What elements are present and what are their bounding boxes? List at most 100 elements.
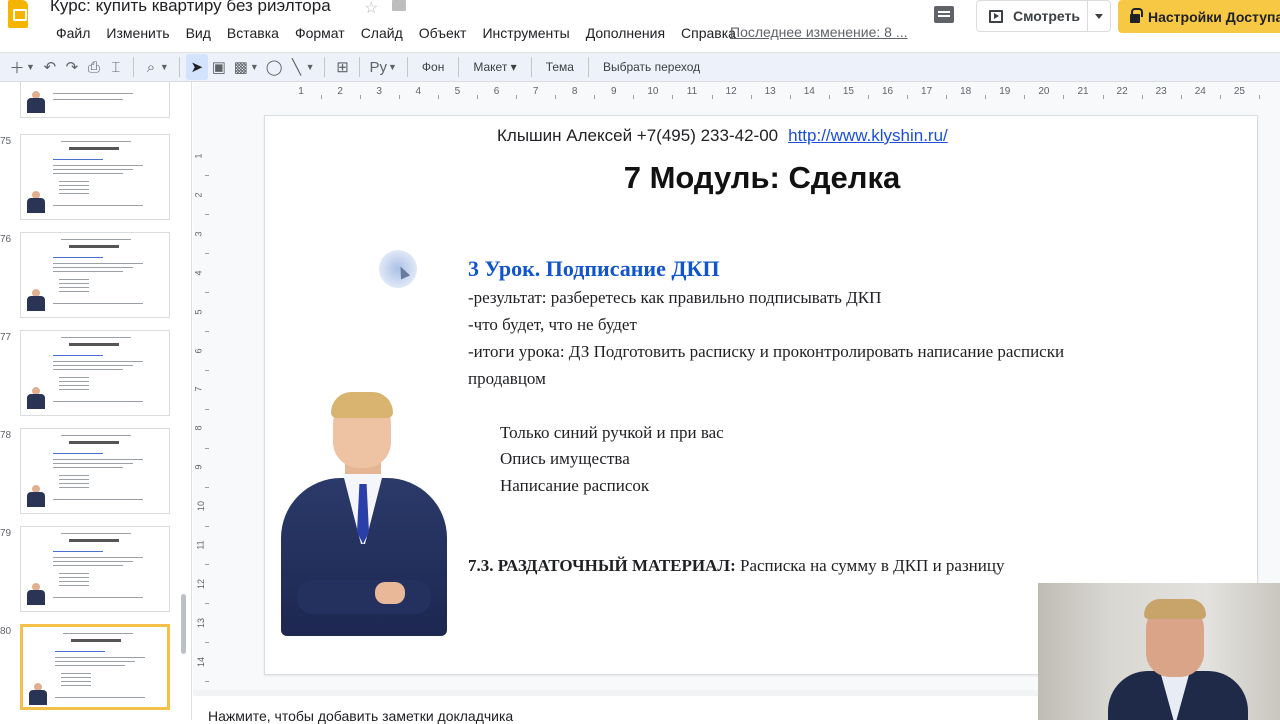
slide-filmstrip[interactable]: 75 76 77 78 79 80 <box>0 82 192 720</box>
chevron-down-icon[interactable]: ▼ <box>160 62 169 72</box>
ruler-label: 12 <box>725 86 737 97</box>
presenter-photo[interactable] <box>279 392 449 636</box>
ruler-tick <box>398 95 400 99</box>
ruler-label: 15 <box>842 86 854 97</box>
slide-number: 79 <box>0 528 12 539</box>
star-icon[interactable]: ☆ <box>364 0 378 18</box>
thumbnail-person <box>27 683 49 705</box>
paint-format-icon[interactable]: ⌶ <box>105 54 127 80</box>
chevron-down-icon[interactable]: ▼ <box>250 62 259 72</box>
menu-format[interactable]: Формат <box>287 23 353 43</box>
lesson-summary-continuation[interactable]: продавцом <box>468 369 546 389</box>
thumbnail-line <box>53 159 103 160</box>
lock-icon <box>1130 8 1143 23</box>
slide-thumbnail[interactable] <box>20 232 170 318</box>
ruler-label: 7 <box>532 86 539 97</box>
slides-logo-icon[interactable] <box>8 0 28 28</box>
line-icon[interactable]: ╲ <box>286 54 308 80</box>
menu-object[interactable]: Объект <box>411 23 475 43</box>
author-website-link[interactable]: http://www.klyshin.ru/ <box>788 126 948 145</box>
toolbar-divider <box>458 57 460 77</box>
last-edit-link[interactable]: Последнее изменение: 8 ... <box>730 24 908 40</box>
thumbnail-line <box>53 169 133 170</box>
thumbnail-line <box>53 99 123 100</box>
slide-thumbnail[interactable] <box>20 624 170 710</box>
menu-file[interactable]: Файл <box>48 23 98 43</box>
image-icon[interactable]: ▩ <box>230 54 252 80</box>
lesson-title[interactable]: 3 Урок. Подписание ДКП <box>468 256 720 282</box>
thumbnail-line <box>61 435 131 436</box>
thumbnail-line <box>59 283 89 284</box>
document-title[interactable]: Курс: купить квартиру без риэлтора <box>50 0 331 16</box>
slide-author-header[interactable]: Клышин Алексей +7(495) 233-42-00 http://w… <box>497 126 948 146</box>
menu-tools[interactable]: Инструменты <box>474 23 577 43</box>
thumbnail-line <box>59 381 89 382</box>
ruler-tick <box>205 331 209 333</box>
sub-item[interactable]: Опись имущества <box>500 449 630 469</box>
folder-icon[interactable] <box>392 0 406 11</box>
thumbnail-line <box>61 337 131 338</box>
handout-material-line[interactable]: 7.3. РАЗДАТОЧНЫЙ МАТЕРИАЛ: Расписка на с… <box>468 556 1004 576</box>
vertical-ruler[interactable]: 1 2 3 4 5 6 7 8 9 10 11 12 13 14 <box>193 110 209 683</box>
thumbnail-line <box>53 93 133 94</box>
thumbnail-line <box>61 673 91 674</box>
menu-addons[interactable]: Дополнения <box>578 23 673 43</box>
thumbnail-title <box>69 147 119 150</box>
horizontal-ruler[interactable]: 1 2 3 4 5 6 7 8 9 10 11 12 13 14 15 16 17 18 19 20 21 22 23 24 2… <box>263 84 1260 100</box>
sub-item[interactable]: Написание расписок <box>500 476 649 496</box>
zoom-icon[interactable]: ⌕ <box>140 54 162 80</box>
ruler-tick <box>985 95 987 99</box>
filmstrip-scrollbar[interactable] <box>181 594 186 654</box>
thumbnail-line <box>53 561 133 562</box>
chevron-down-icon[interactable]: ▼ <box>388 62 397 72</box>
toolbar-divider <box>587 57 589 77</box>
slide-thumbnail[interactable] <box>20 428 170 514</box>
slide-thumbnail[interactable] <box>20 82 170 118</box>
speaker-notes-placeholder[interactable]: Нажмите, чтобы добавить заметки докладчи… <box>208 708 513 724</box>
transition-button[interactable]: Выбрать переход <box>595 60 708 74</box>
thumbnail-person <box>25 289 47 311</box>
slide-thumbnail[interactable] <box>20 134 170 220</box>
text-box-icon[interactable]: ▣ <box>208 54 230 80</box>
menu-edit[interactable]: Изменить <box>98 23 177 43</box>
thumbnail-line <box>53 303 143 304</box>
menu-view[interactable]: Вид <box>178 23 219 43</box>
ruler-label: 3 <box>193 231 204 237</box>
present-button[interactable]: Смотреть <box>976 0 1088 32</box>
new-slide-icon[interactable]: ＋ <box>6 54 28 80</box>
chevron-down-icon[interactable]: ▼ <box>306 62 315 72</box>
menu-slide[interactable]: Слайд <box>353 23 411 43</box>
shape-icon[interactable]: ◯ <box>263 54 286 80</box>
slide-thumbnail[interactable] <box>20 526 170 612</box>
ruler-label: 4 <box>415 86 422 97</box>
chevron-down-icon[interactable]: ▼ <box>26 62 35 72</box>
ruler-tick <box>205 486 209 488</box>
thumbnail-title <box>69 245 119 248</box>
lesson-summary-line[interactable]: -итоги урока: ДЗ Подготовить расписку и … <box>468 342 1064 362</box>
lesson-result-line[interactable]: -результат: разберетесь как правильно по… <box>468 288 881 308</box>
slide-thumbnail[interactable] <box>20 330 170 416</box>
comment-history-icon[interactable] <box>934 6 954 23</box>
ruler-label: 5 <box>193 309 204 315</box>
thumbnail-line <box>53 597 143 598</box>
present-dropdown-button[interactable] <box>1087 0 1111 32</box>
share-button[interactable]: Настройки Доступа <box>1118 0 1280 33</box>
thumbnail-line <box>59 483 89 484</box>
theme-button[interactable]: Тема <box>538 60 582 74</box>
menu-insert[interactable]: Вставка <box>219 23 287 43</box>
input-tools-icon[interactable]: Ру <box>366 54 390 80</box>
thumbnail-line <box>63 633 133 634</box>
layout-button[interactable]: Макет ▾ <box>465 60 524 74</box>
lesson-expectation-line[interactable]: -что будет, что не будет <box>468 315 637 335</box>
print-icon[interactable]: ⎙ <box>83 54 105 80</box>
add-comment-icon[interactable]: ⊞ <box>331 54 353 80</box>
ruler-tick <box>205 564 209 566</box>
background-button[interactable]: Фон <box>414 60 452 74</box>
sub-item[interactable]: Только синий ручкой и при вас <box>500 423 724 443</box>
redo-icon[interactable]: ↷ <box>61 54 83 80</box>
thumbnail-line <box>61 239 131 240</box>
ruler-tick <box>320 95 322 99</box>
select-cursor-icon[interactable]: ➤ <box>185 54 208 80</box>
undo-icon[interactable]: ↶ <box>39 54 61 80</box>
slide-title[interactable]: 7 Модуль: Сделка <box>265 160 1259 196</box>
